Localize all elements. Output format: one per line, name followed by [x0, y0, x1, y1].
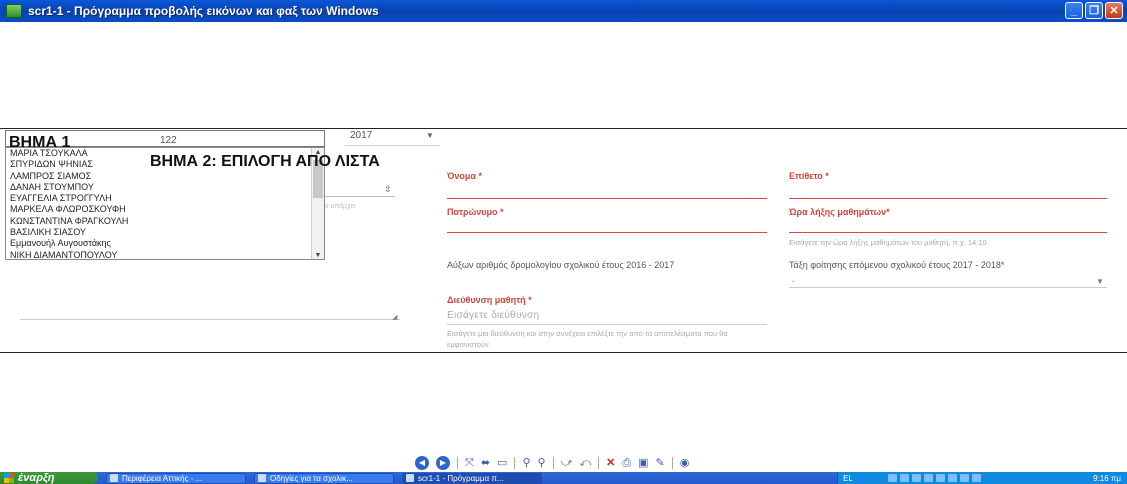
list-item[interactable]: ΔΑΝΑΗ ΣΤΟΥΜΠΟΥ [6, 182, 324, 193]
image-viewer-icon [6, 4, 22, 18]
tray-app-icon[interactable] [960, 474, 969, 482]
last-name-input[interactable] [789, 198, 1107, 199]
resize-handle-icon[interactable]: ◢ [392, 313, 397, 321]
image-viewer-icon [406, 474, 414, 482]
next-class-select-value[interactable]: - [792, 276, 795, 286]
father-name-input[interactable] [447, 232, 767, 233]
minimize-button[interactable]: _ [1065, 2, 1083, 19]
clock: 9:16 πμ [1093, 473, 1121, 483]
title-bar[interactable]: scr1-1 - Πρόγραμμα προβολής εικόνων και … [0, 0, 1127, 22]
start-label: έναρξη [18, 472, 55, 484]
tray-app-icon[interactable] [924, 474, 933, 482]
rotate-clockwise-icon[interactable]: ⤻ [561, 456, 573, 470]
window-title: scr1-1 - Πρόγραμμα προβολής εικόνων και … [28, 4, 379, 18]
next-class-underline [789, 287, 1107, 288]
textarea-underline [20, 319, 400, 320]
toolbar-separator [598, 457, 600, 469]
end-time-input[interactable] [789, 232, 1107, 233]
end-time-hint: Εισάγετε την ώρα λήξης μαθημάτων του μαθ… [789, 238, 987, 247]
faint-helper-text: ν υπάρχει [325, 203, 356, 210]
scroll-down-icon[interactable]: ▼ [312, 251, 324, 259]
tray-app-icon[interactable] [936, 474, 945, 482]
spinner-icon[interactable]: ⇳ [384, 184, 392, 195]
taskbar-item-label: Περιφέρεια Αττικής - ... [122, 473, 203, 483]
father-name-label: Πατρώνυμο * [447, 207, 504, 217]
number-field-underline [325, 196, 395, 197]
year-select-value[interactable]: 2017 [350, 130, 372, 141]
windows-logo-icon [4, 473, 14, 483]
start-button[interactable]: έναρξη [0, 472, 98, 484]
taskbar-item-image-viewer[interactable]: scr1-1 - Πρόγραμμα π... [402, 472, 542, 484]
window-controls: _ ❐ ✕ [1065, 2, 1123, 19]
help-icon[interactable]: ◉ [680, 456, 690, 470]
document-icon [258, 474, 266, 482]
list-item[interactable]: ΕΥΑΓΓΕΛΙΑ ΣΤΡΟΓΓΥΛΗ [6, 193, 324, 204]
taskbar: έναρξη Περιφέρεια Αττικής - ... Οδηγίες … [0, 472, 1127, 484]
combo-value: 122 [160, 135, 177, 146]
toolbar-separator [457, 457, 458, 469]
best-fit-icon[interactable]: ⤧ [465, 456, 474, 470]
close-button[interactable]: ✕ [1105, 2, 1123, 19]
next-class-chevron-down-icon[interactable]: ▼ [1096, 277, 1104, 286]
save-icon[interactable]: ▣ [638, 456, 648, 470]
year-underline [345, 145, 440, 146]
viewer-toolbar: ◀ ▶ ⤧ ⬌ ▭ ⚲ ⚲ ⤻ ⤺ ✕ ⎙ ▣ ✎ ◉ [415, 455, 689, 471]
list-item[interactable]: Εμμανουήλ Αυγουστάκης [6, 238, 324, 249]
step2-label: ΒΗΜΑ 2: ΕΠΙΛΟΓΗ ΑΠΟ ΛΙΣΤΑ [150, 153, 380, 170]
taskbar-item-document[interactable]: Οδηγίες για τα σχολικ... [254, 472, 394, 484]
tray-app-icon[interactable] [948, 474, 957, 482]
slideshow-icon[interactable]: ▭ [497, 456, 507, 470]
toolbar-separator [552, 457, 554, 469]
address-input[interactable]: Εισάγετε διεύθυνση [447, 310, 539, 321]
address-label: Διεύθυνση μαθητή * [447, 295, 532, 305]
list-item[interactable]: ΛΑΜΠΡΟΣ ΣΙΑΜΟΣ [6, 171, 324, 182]
tray-app-icon[interactable] [912, 474, 921, 482]
actual-size-icon[interactable]: ⬌ [481, 456, 490, 470]
tray-app-icon[interactable] [888, 474, 897, 482]
taskbar-item-label: scr1-1 - Πρόγραμμα π... [418, 473, 504, 483]
image-viewer-window: scr1-1 - Πρόγραμμα προβολής εικόνων και … [0, 0, 1127, 484]
list-item[interactable]: ΚΩΝΣΤΑΝΤΙΝΑ ΦΡΑΓΚΟΥΛΗ [6, 216, 324, 227]
first-name-label: Όνομα * [447, 171, 482, 181]
print-icon[interactable]: ⎙ [622, 456, 631, 470]
tray-app-icon[interactable] [900, 474, 909, 482]
taskbar-item-browser[interactable]: Περιφέρεια Αττικής - ... [106, 472, 246, 484]
rotate-counterclockwise-icon[interactable]: ⤺ [579, 456, 591, 470]
next-class-label: Τάξη φοίτησης επόμενου σχολικού έτους 20… [789, 260, 1005, 270]
list-item[interactable]: ΒΑΣΙΛΙΚΗ ΣΙΑΣΟΥ [6, 227, 324, 238]
address-underline [447, 324, 767, 325]
next-icon[interactable]: ▶ [436, 456, 450, 470]
zoom-in-icon[interactable]: ⚲ [522, 456, 530, 470]
system-tray: EL 9:16 πμ [837, 472, 1127, 484]
toolbar-separator [514, 457, 516, 469]
edit-icon[interactable]: ✎ [656, 456, 665, 470]
tray-app-icon[interactable] [972, 474, 981, 482]
displayed-image: ΒΗΜΑ 1 122 2017 ▼ ΜΑΡΙΑ ΤΣΟΥΚΑΛΑ ΣΠΥΡΙΔΩ… [0, 128, 1127, 353]
delete-icon[interactable]: ✕ [606, 456, 615, 470]
first-name-input[interactable] [447, 198, 767, 199]
previous-icon[interactable]: ◀ [415, 456, 429, 470]
browser-icon [110, 474, 118, 482]
last-name-label: Επίθετο * [789, 171, 829, 181]
list-item[interactable]: ΜΑΡΚΕΛΑ ΦΛΩΡΟΣΚΟΥΦΗ [6, 204, 324, 215]
toolbar-separator [671, 457, 673, 469]
year-chevron-down-icon[interactable]: ▼ [426, 131, 434, 140]
address-hint: Εισάγετε μια διεύθυνση και στην συνέχεια… [447, 329, 728, 349]
list-item[interactable]: ΝΙΚΗ ΔΙΑΜΑΝΤΟΠΟΥΛΟΥ [6, 250, 324, 259]
taskbar-item-label: Οδηγίες για τα σχολικ... [270, 473, 353, 483]
end-time-label: Ώρα λήξης μαθημάτων* [789, 207, 890, 217]
zoom-out-icon[interactable]: ⚲ [538, 456, 546, 470]
route-number-label: Αύξων αριθμός δρομολογίου σχολικού έτους… [447, 260, 675, 270]
tray-icons [888, 474, 981, 482]
language-indicator[interactable]: EL [838, 472, 858, 484]
maximize-button[interactable]: ❐ [1085, 2, 1103, 19]
